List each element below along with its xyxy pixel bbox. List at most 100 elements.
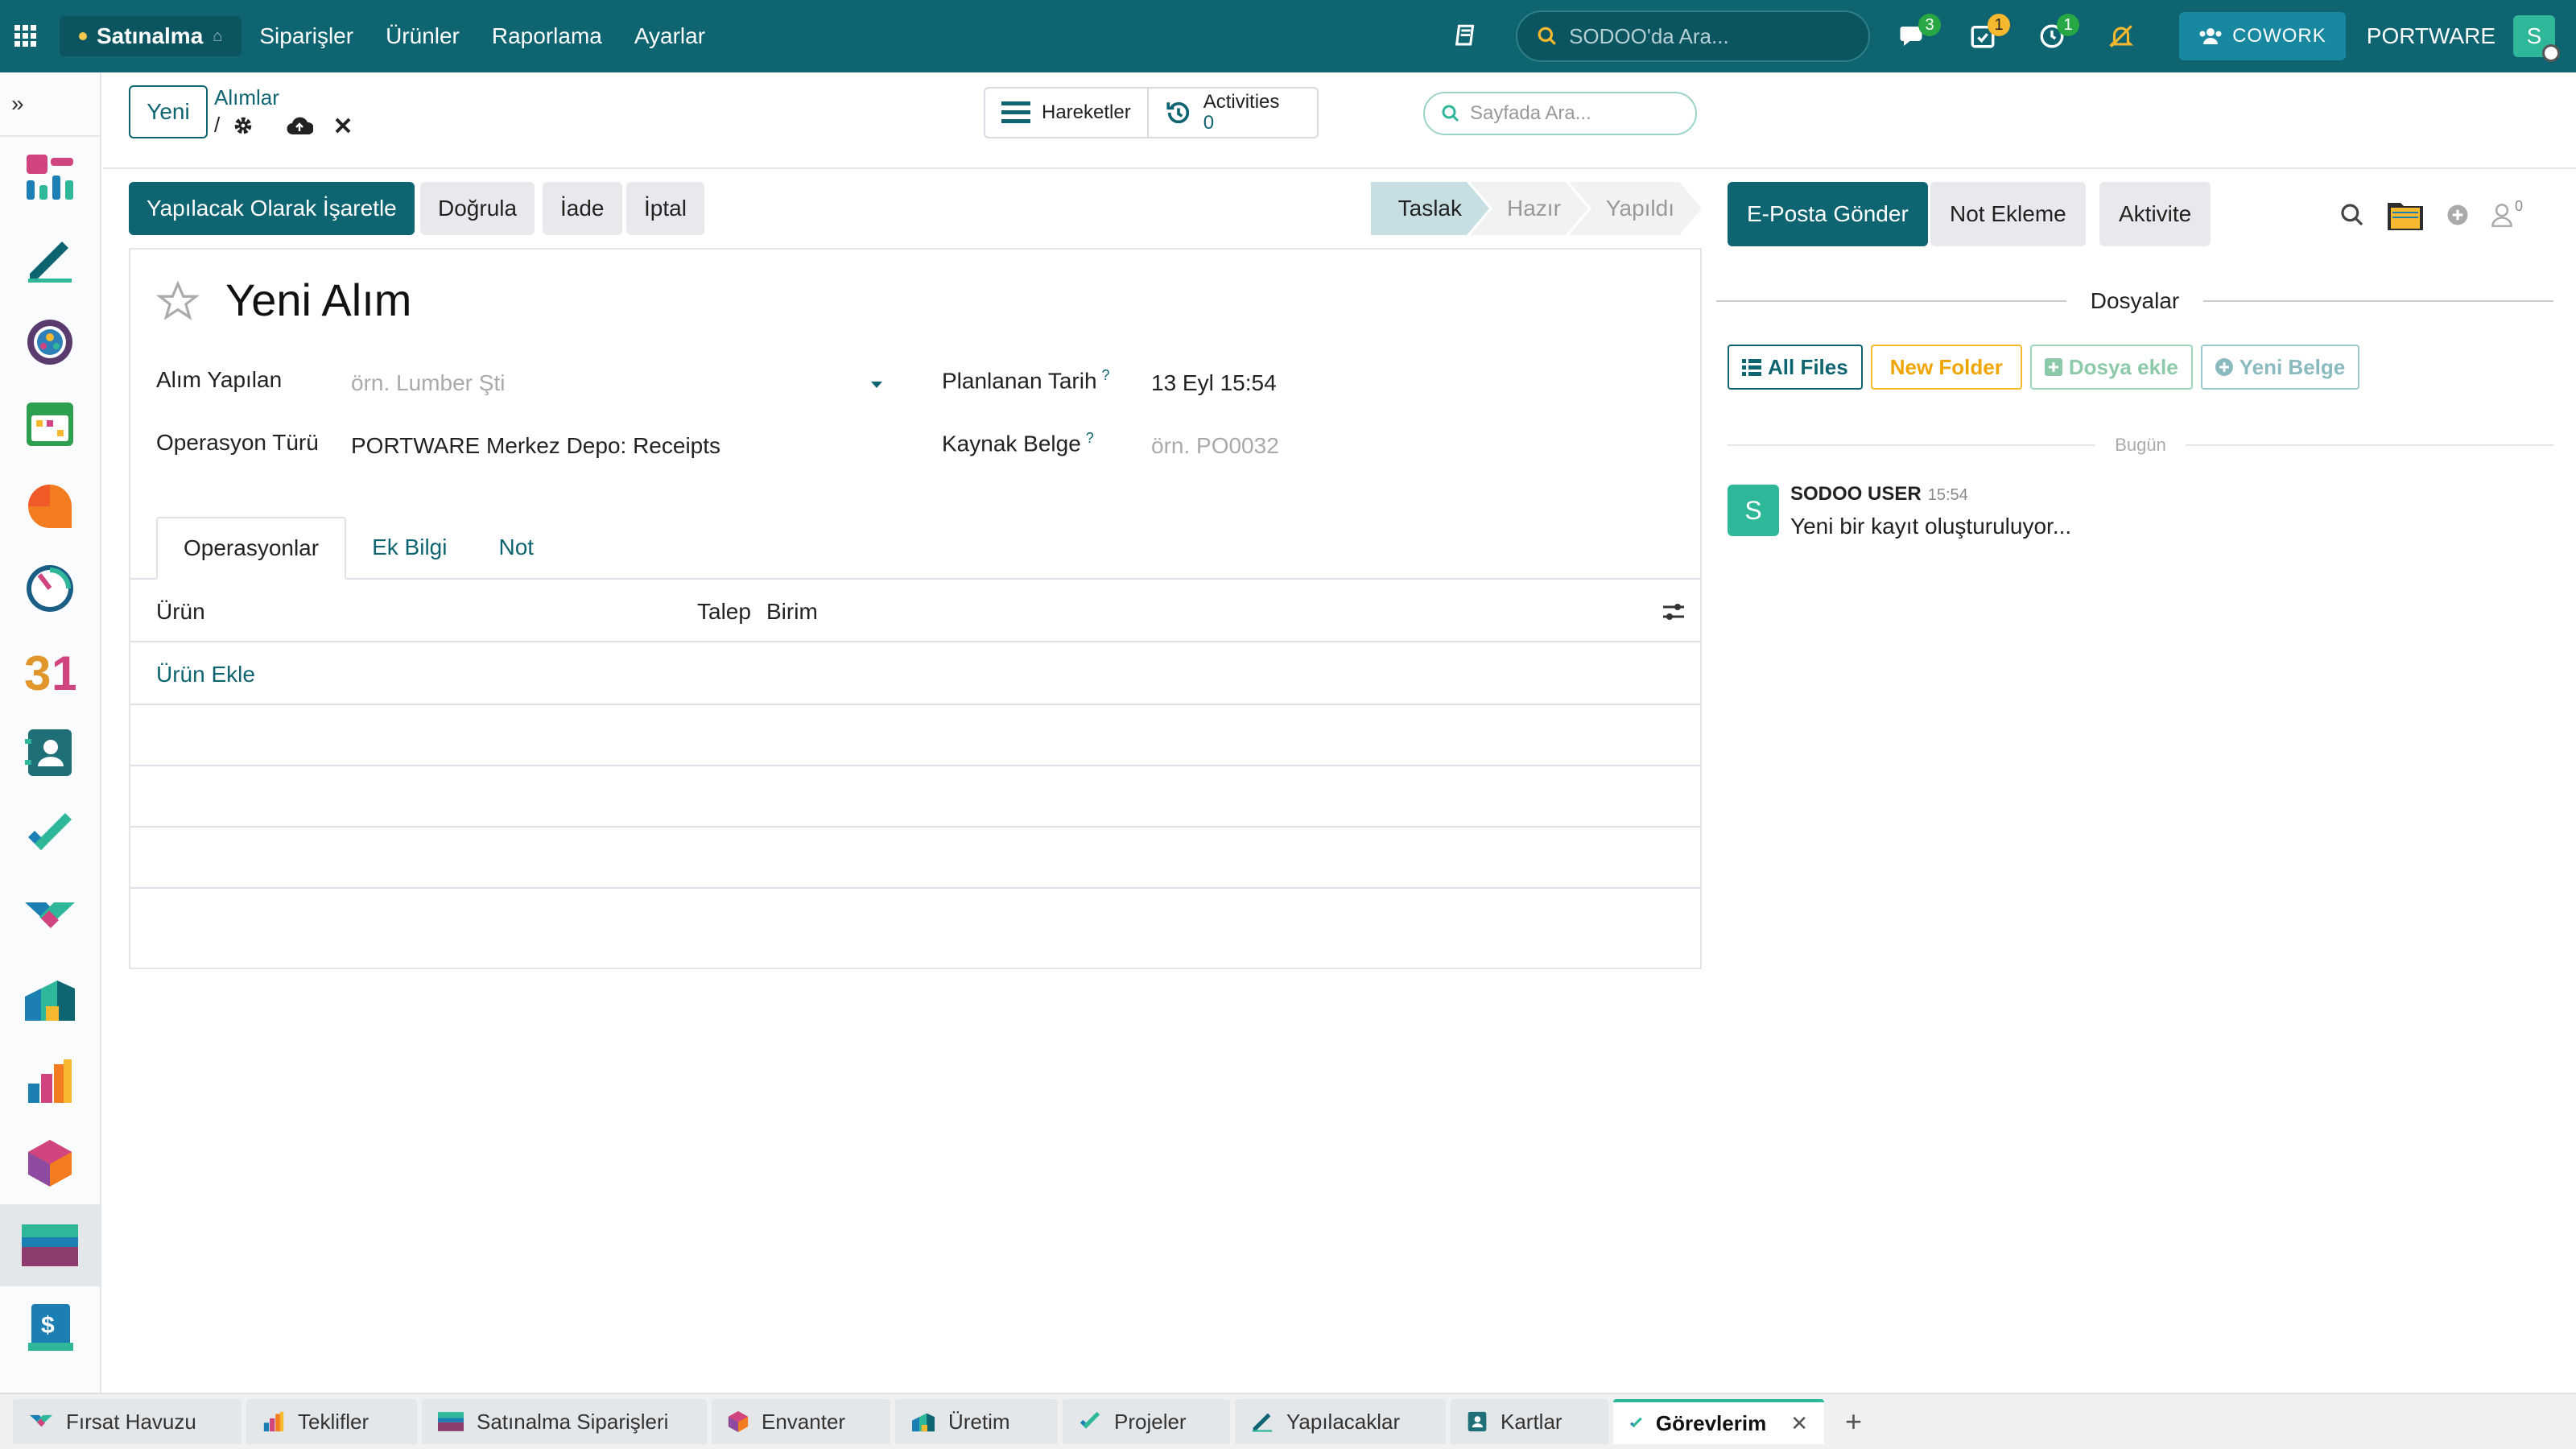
add-product-link[interactable]: Ürün Ekle: [156, 662, 255, 687]
mark-todo-button[interactable]: Yapılacak Olarak İşaretle: [129, 182, 415, 235]
activities-smart-button[interactable]: Activities 0: [1146, 89, 1296, 137]
page-search-input[interactable]: Sayfada Ara...: [1423, 92, 1697, 135]
search-icon[interactable]: [2339, 202, 2365, 228]
purchase-app-icon[interactable]: [0, 1204, 100, 1286]
message-author: SODOO USER 15:54: [1790, 483, 1968, 506]
gear-icon[interactable]: [233, 115, 254, 136]
sales-app-icon[interactable]: [0, 1040, 100, 1122]
menu-item-settings[interactable]: Ayarlar: [634, 23, 705, 49]
folder-icon[interactable]: [2386, 198, 2425, 232]
menu-item-products[interactable]: Ürünler: [386, 23, 460, 49]
form-statusbar: Yapılacak Olarak İşaretle Doğrula İade İ…: [129, 182, 1702, 235]
user-icon: [2491, 204, 2512, 227]
bottom-tab-manufacturing[interactable]: Üretim: [895, 1399, 1058, 1444]
favorite-star-icon[interactable]: [156, 280, 200, 324]
new-button[interactable]: Yeni: [129, 85, 208, 138]
log-note-button[interactable]: Not Ekleme: [1930, 182, 2086, 246]
inventory-app-icon: [728, 1411, 749, 1432]
bottom-tab-cards[interactable]: Kartlar: [1451, 1399, 1608, 1444]
tab-operations[interactable]: Operasyonlar: [156, 517, 347, 580]
bottom-tab-my-tasks[interactable]: Görevlerim ✕: [1613, 1399, 1824, 1444]
followers-button[interactable]: 0: [2491, 198, 2523, 227]
all-files-button[interactable]: All Files: [1728, 345, 1863, 390]
sidebar-toggle-icon[interactable]: »: [0, 72, 100, 137]
cancel-button[interactable]: İptal: [626, 182, 704, 235]
bottom-tab-opportunities[interactable]: Fırsat Havuzu: [13, 1399, 242, 1444]
bottom-tab-purchase-orders[interactable]: Satınalma Siparişleri: [422, 1399, 707, 1444]
add-file-button[interactable]: Dosya ekle: [2029, 345, 2193, 390]
stage-done[interactable]: Yapıldı: [1569, 182, 1702, 235]
tab-note[interactable]: Not: [473, 517, 559, 578]
chatter-panel: E-Posta Gönder Not Ekleme Aktivite 0 Dos…: [1715, 169, 2576, 1393]
manufacturing-app-icon[interactable]: [0, 958, 100, 1040]
bottom-tab-inventory[interactable]: Envanter: [712, 1399, 890, 1444]
help-tooltip-icon[interactable]: ?: [1086, 430, 1094, 446]
app-sidebar: » 31 $: [0, 72, 101, 1393]
calendar-31-icon[interactable]: 31: [0, 630, 100, 712]
status-dot: [79, 32, 87, 40]
new-folder-button[interactable]: New Folder: [1870, 345, 2022, 390]
add-follower-icon[interactable]: [2446, 203, 2470, 227]
global-search-input[interactable]: SODOO'da Ara...: [1516, 10, 1871, 62]
menu-item-orders[interactable]: Siparişler: [259, 23, 353, 49]
purchase-app-icon: [438, 1412, 464, 1431]
operation-type-label: Operasyon Türü: [156, 430, 319, 455]
cowork-button[interactable]: COWORK: [2179, 12, 2346, 60]
stage-draft[interactable]: Taslak: [1371, 182, 1489, 235]
dashboard-app-icon[interactable]: [0, 547, 100, 630]
team-app-icon[interactable]: [0, 301, 100, 383]
knowledge-book-icon[interactable]: [1440, 10, 1492, 62]
discard-icon[interactable]: [334, 117, 352, 134]
bottom-tab-quotations[interactable]: Teklifler: [246, 1399, 417, 1444]
handshake-app-icon[interactable]: [0, 876, 100, 958]
return-button[interactable]: İade: [543, 182, 622, 235]
partner-input[interactable]: örn. Lumber Şti: [351, 370, 505, 396]
company-switcher[interactable]: PORTWARE: [2367, 23, 2496, 49]
home-icon[interactable]: ⌂: [213, 27, 222, 46]
bottom-tab-todos[interactable]: Yapılacaklar: [1235, 1399, 1446, 1444]
message-author-name[interactable]: SODOO USER: [1790, 483, 1922, 505]
contacts-app-icon[interactable]: [0, 712, 100, 794]
close-tab-icon[interactable]: ✕: [1790, 1411, 1808, 1436]
new-document-button[interactable]: Yeni Belge: [2200, 345, 2360, 390]
validate-button[interactable]: Doğrula: [420, 182, 535, 235]
invoicing-app-icon[interactable]: $: [0, 1286, 100, 1368]
crm-app-icon[interactable]: [0, 137, 100, 219]
dropdown-caret-icon[interactable]: [869, 380, 884, 390]
inventory-app-icon[interactable]: [0, 1122, 100, 1204]
cloud-save-icon[interactable]: [286, 115, 314, 136]
avatar[interactable]: S: [1728, 485, 1779, 536]
user-avatar[interactable]: S: [2513, 15, 2560, 62]
calendar-app-icon[interactable]: [0, 383, 100, 465]
timer-icon[interactable]: 1: [2026, 10, 2080, 62]
help-tooltip-icon[interactable]: ?: [1102, 367, 1110, 383]
optional-columns-icon[interactable]: [1662, 601, 1686, 623]
activity-button[interactable]: Aktivite: [2099, 182, 2211, 246]
column-product[interactable]: Ürün: [156, 599, 205, 625]
column-demand[interactable]: Talep: [697, 599, 751, 625]
breadcrumb-parent[interactable]: Alımlar: [214, 85, 279, 110]
movements-button[interactable]: Hareketler: [985, 89, 1147, 137]
discuss-app-icon[interactable]: [0, 465, 100, 547]
control-panel: Yeni Alımlar / Hareketler Activities 0 S…: [103, 72, 2576, 169]
operation-type-input[interactable]: PORTWARE Merkez Depo: Receipts: [351, 433, 720, 459]
apps-menu-icon[interactable]: [0, 0, 52, 72]
menu-item-reporting[interactable]: Raporlama: [492, 23, 602, 49]
notes-app-icon[interactable]: [0, 219, 100, 301]
tab-extra-info[interactable]: Ek Bilgi: [346, 517, 473, 578]
scheduled-date-label-text: Planlanan Tarih: [942, 368, 1097, 394]
bottom-tab-projects[interactable]: Projeler: [1063, 1399, 1230, 1444]
source-document-input[interactable]: örn. PO0032: [1151, 433, 1279, 459]
messages-icon[interactable]: 3: [1888, 10, 1942, 62]
page-search-placeholder: Sayfada Ara...: [1470, 102, 1591, 124]
message-time: 15:54: [1927, 486, 1968, 504]
send-email-button[interactable]: E-Posta Gönder: [1728, 182, 1928, 246]
activities-icon[interactable]: 1: [1957, 10, 2011, 62]
add-tab-icon[interactable]: +: [1845, 1405, 1862, 1439]
scheduled-date-input[interactable]: 13 Eyl 15:54: [1151, 370, 1277, 396]
notifications-off-icon[interactable]: [2095, 10, 2147, 62]
list-icon: [1742, 359, 1761, 376]
column-unit[interactable]: Birim: [766, 599, 818, 625]
app-brand[interactable]: Satınalma ⌂: [60, 16, 242, 56]
project-app-icon[interactable]: [0, 794, 100, 876]
